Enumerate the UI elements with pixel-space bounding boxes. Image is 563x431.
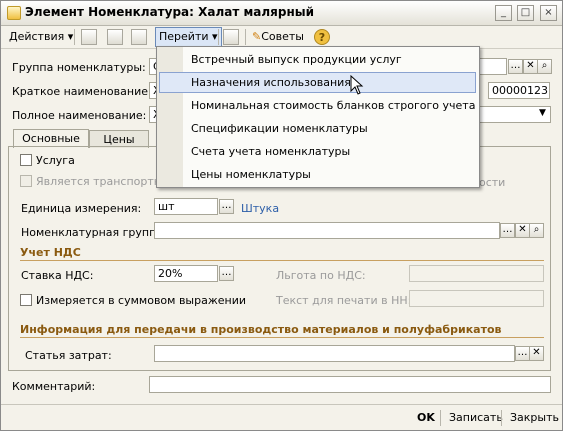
menu-item-counter-output[interactable]: Встречный выпуск продукции услуг xyxy=(159,49,476,70)
group-label: Группа номенклатуры: xyxy=(12,61,146,74)
footer-separator xyxy=(501,410,502,426)
tips-label: Советы xyxy=(261,30,304,43)
help-icon[interactable]: ? xyxy=(314,29,330,45)
menu-item-prices[interactable]: Цены номенклатуры xyxy=(159,164,476,185)
toolbar-separator xyxy=(218,29,219,45)
sum-measure-label: Измеряется в суммовом выражении xyxy=(36,294,247,307)
short-name-label: Краткое наименование: xyxy=(12,85,152,98)
cost-item-field[interactable] xyxy=(154,345,515,362)
actions-label: Действия xyxy=(9,30,65,43)
vat-rate-label: Ставка НДС: xyxy=(21,269,94,282)
vat-section-title: Учет НДС xyxy=(20,246,81,259)
nom-group-label: Номенклатурная группа: xyxy=(21,226,167,239)
clear-icon[interactable]: ✕ xyxy=(523,59,538,74)
mouse-pointer-icon xyxy=(350,75,364,95)
select-button[interactable]: … xyxy=(219,266,234,281)
transport-label-tail: ости xyxy=(479,176,506,189)
toolbar-separator xyxy=(245,29,246,45)
list-icon[interactable] xyxy=(223,29,239,45)
menu-item-specifications[interactable]: Спецификации номенклатуры xyxy=(159,118,476,139)
service-label: Услуга xyxy=(36,154,75,167)
vat-rate-field[interactable]: 20% xyxy=(154,265,218,282)
menu-item-usage-purposes[interactable]: Назначения использования xyxy=(159,72,476,93)
print-text-label: Текст для печати в НН: xyxy=(276,294,412,307)
goto-label: Перейти xyxy=(159,30,209,43)
item-window: Элемент Номенклатура: Халат малярный _ □… xyxy=(0,0,563,431)
dropdown-arrow-icon: ▾ xyxy=(67,30,74,43)
comment-field[interactable] xyxy=(149,376,551,393)
save-button[interactable]: Записать xyxy=(449,410,503,426)
clear-icon[interactable]: ✕ xyxy=(529,346,544,361)
menu-item-accounts[interactable]: Счета учета номенклатуры xyxy=(159,141,476,162)
dropdown-arrow-icon: ▾ xyxy=(212,30,218,43)
vat-divider xyxy=(20,260,544,261)
select-button[interactable]: … xyxy=(508,59,523,74)
close-button[interactable]: Закрыть xyxy=(510,410,559,426)
goto-menu-button[interactable]: Перейти ▾ xyxy=(155,27,222,47)
search-icon[interactable]: ⌕ xyxy=(537,59,552,74)
window-title: Элемент Номенклатура: Халат малярный xyxy=(25,5,315,19)
transport-checkbox[interactable] xyxy=(20,175,32,187)
unit-field[interactable]: шт xyxy=(154,198,218,215)
copy-document-icon[interactable] xyxy=(131,29,147,45)
sum-measure-checkbox[interactable] xyxy=(20,294,32,306)
transport-label: Является транспортной xyxy=(36,175,175,188)
vat-benefit-field[interactable] xyxy=(409,265,544,282)
comment-label: Комментарий: xyxy=(12,380,96,393)
group-field-tail[interactable] xyxy=(477,58,507,75)
full-name-label: Полное наименование: xyxy=(12,109,147,122)
service-checkbox[interactable] xyxy=(20,154,32,166)
minimize-button[interactable]: _ xyxy=(495,5,512,21)
goto-dropdown-menu: Встречный выпуск продукции услуг Назначе… xyxy=(156,46,480,188)
maximize-button[interactable]: □ xyxy=(517,5,534,21)
vat-benefit-label: Льгота по НДС: xyxy=(276,269,366,282)
menu-item-nominal-cost[interactable]: Номинальная стоимость бланков строгого у… xyxy=(159,95,476,116)
actions-menu-button[interactable]: Действия ▾ xyxy=(9,28,73,46)
tips-icon: ✎ xyxy=(252,30,262,43)
select-button[interactable]: … xyxy=(515,346,530,361)
select-button[interactable]: … xyxy=(500,223,515,238)
close-window-button[interactable]: × xyxy=(540,5,557,21)
search-icon[interactable]: ⌕ xyxy=(529,223,544,238)
clear-icon[interactable]: ✕ xyxy=(515,223,530,238)
title-bar: Элемент Номенклатура: Халат малярный _ □… xyxy=(1,1,562,26)
nom-group-field[interactable] xyxy=(154,222,500,239)
production-section-title: Информация для передачи в производство м… xyxy=(20,323,502,336)
toolbar-separator xyxy=(74,29,75,45)
code-field[interactable]: 00000123 xyxy=(488,82,550,99)
post-arrow-icon[interactable] xyxy=(81,29,97,45)
print-text-field[interactable] xyxy=(409,290,544,307)
unit-label: Единица измерения: xyxy=(21,202,142,215)
tips-button[interactable]: ✎Советы xyxy=(252,28,304,46)
footer-bar: OK Записать Закрыть xyxy=(1,404,562,430)
dropdown-arrow-icon[interactable]: ▼ xyxy=(539,108,546,118)
app-icon xyxy=(7,6,21,20)
unit-link[interactable]: Штука xyxy=(241,202,279,215)
select-button[interactable]: … xyxy=(219,199,234,214)
refresh-icon[interactable] xyxy=(107,29,123,45)
ok-button[interactable]: OK xyxy=(417,410,435,426)
production-divider xyxy=(20,337,544,338)
cost-item-label: Статья затрат: xyxy=(25,349,112,362)
footer-separator xyxy=(440,410,441,426)
